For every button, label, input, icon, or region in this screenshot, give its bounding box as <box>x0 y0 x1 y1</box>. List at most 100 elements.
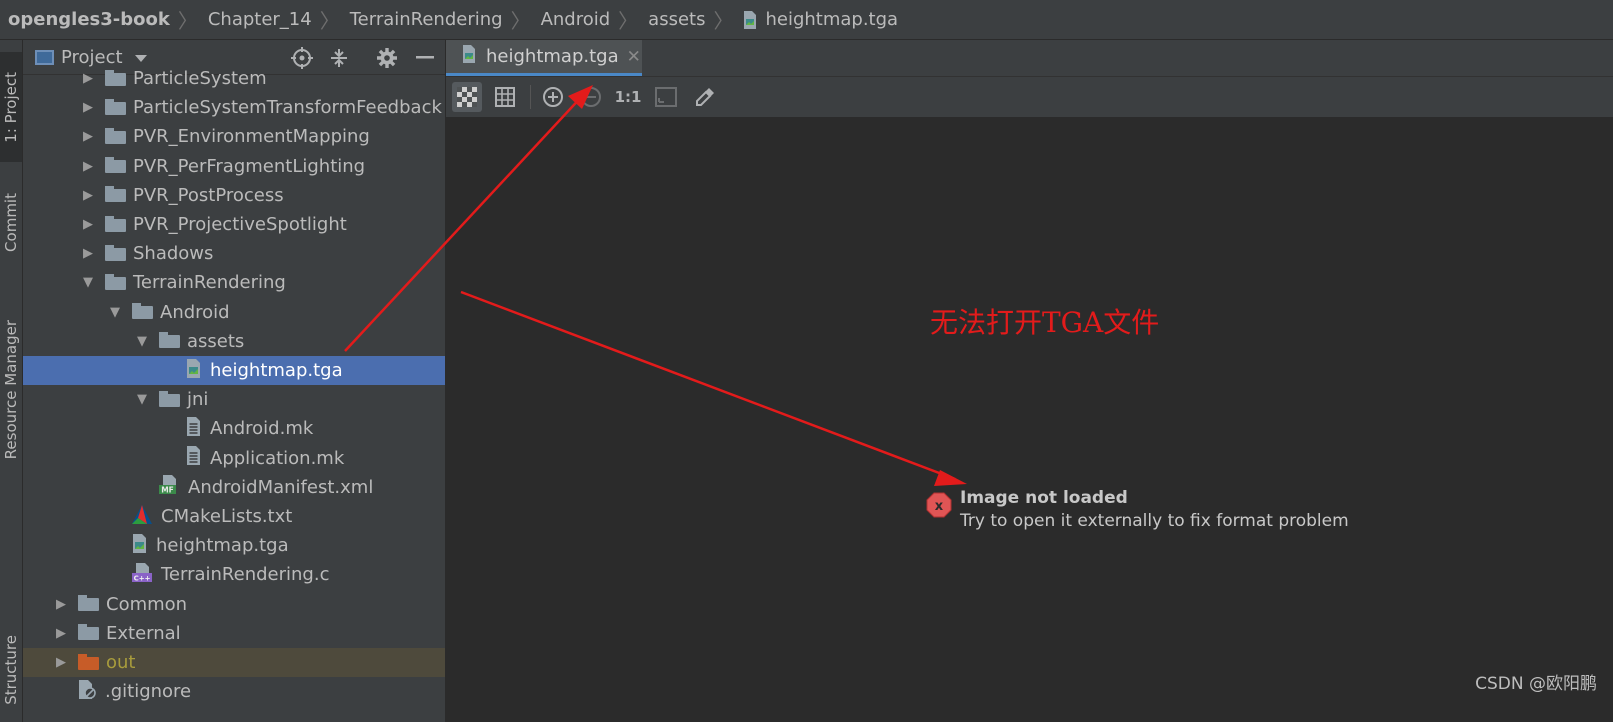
fit-zoom-button[interactable] <box>651 82 681 112</box>
project-panel: Project ▶ ParticleSystem ▶ ParticleSystemTr… <box>23 40 446 722</box>
collapsed-arrow-icon[interactable]: ▶ <box>78 129 98 144</box>
tree-item[interactable]: MF AndroidManifest.xml <box>23 473 445 502</box>
tree-item[interactable]: heightmap.tga <box>23 531 445 560</box>
zoom-out-button[interactable] <box>576 82 606 112</box>
tree-item-label: External <box>106 622 181 644</box>
collapsed-arrow-icon[interactable]: ▶ <box>51 626 71 641</box>
manifest-file-icon: MF <box>159 475 179 499</box>
collapsed-arrow-icon[interactable]: ▶ <box>78 217 98 232</box>
tab-resource-manager[interactable]: Resource Manager <box>0 305 22 475</box>
collapsed-arrow-icon[interactable]: ▶ <box>78 71 98 86</box>
tree-item[interactable]: .gitignore <box>23 677 445 706</box>
tree-item-label: TerrainRendering.c <box>161 564 330 586</box>
tree-item-label: PVR_ProjectiveSpotlight <box>133 214 347 235</box>
tree-item[interactable]: ▶ External <box>23 619 445 648</box>
tab-project-label: 1: Project <box>2 71 20 143</box>
image-file-icon <box>462 45 476 68</box>
collapsed-arrow-icon[interactable]: ▶ <box>78 188 98 203</box>
tool-window-strip: 1: Project Commit Resource Manager Struc… <box>0 40 23 722</box>
breadcrumb-separator: 〉 <box>713 9 734 33</box>
breadcrumb-item[interactable]: assets <box>648 9 705 30</box>
expanded-arrow-icon[interactable]: ▼ <box>78 275 98 290</box>
breadcrumb-item[interactable]: TerrainRendering <box>350 9 503 30</box>
tab-commit-label: Commit <box>2 193 20 252</box>
image-file-icon <box>186 358 201 383</box>
expanded-arrow-icon[interactable]: ▼ <box>132 334 152 349</box>
text-file-icon <box>186 446 201 470</box>
breadcrumb: opengles3-book 〉 Chapter_14 〉 TerrainRen… <box>0 0 1613 40</box>
breadcrumb-item[interactable]: Android <box>541 9 611 30</box>
collapsed-arrow-icon[interactable]: ▶ <box>78 159 98 174</box>
chessboard-icon <box>457 87 477 107</box>
tree-item-label: ParticleSystem <box>133 68 267 89</box>
collapsed-arrow-icon[interactable]: ▶ <box>78 100 98 115</box>
tree-item[interactable]: ▼ jni <box>23 385 445 414</box>
color-picker-button[interactable] <box>690 82 720 112</box>
tree-item-label: TerrainRendering <box>133 272 286 294</box>
tree-item[interactable]: ▶ PVR_ProjectiveSpotlight <box>23 210 445 239</box>
folder-icon <box>105 157 126 174</box>
image-editor-toolbar: 1:1 <box>446 77 1613 117</box>
tree-item-label: AndroidManifest.xml <box>188 476 374 498</box>
tree-item[interactable]: heightmap.tga <box>23 356 445 385</box>
breadcrumb-item[interactable]: Chapter_14 <box>208 9 312 30</box>
close-icon[interactable]: ✕ <box>627 47 641 67</box>
collapsed-arrow-icon[interactable]: ▶ <box>51 597 71 612</box>
svg-text:MF: MF <box>161 486 174 495</box>
gitignore-file-icon <box>78 679 96 704</box>
breadcrumb-separator: 〉 <box>510 9 531 33</box>
tree-item-label: ParticleSystemTransformFeedback <box>133 97 442 119</box>
folder-icon <box>105 215 126 232</box>
tree-item[interactable]: ▼ TerrainRendering <box>23 268 445 297</box>
tree-item[interactable]: CMakeLists.txt <box>23 502 445 531</box>
tree-item-label: Android.mk <box>210 418 314 440</box>
tab-heightmap-tga[interactable]: heightmap.tga ✕ <box>446 40 642 76</box>
expanded-arrow-icon[interactable]: ▼ <box>105 305 125 320</box>
chessboard-toggle-button[interactable] <box>452 82 482 112</box>
tree-item[interactable]: ▶ PVR_PerFragmentLighting <box>23 152 445 181</box>
tree-item[interactable]: Android.mk <box>23 414 445 443</box>
tree-item[interactable]: ▶ Common <box>23 590 445 619</box>
breadcrumb-item[interactable]: heightmap.tga <box>765 9 898 30</box>
tree-item-label: PVR_EnvironmentMapping <box>133 126 370 148</box>
svg-text:C++: C++ <box>134 574 151 582</box>
breadcrumb-separator: 〉 <box>618 9 639 33</box>
tree-item[interactable]: ▶ PVR_PostProcess <box>23 181 445 210</box>
zoom-in-icon <box>543 87 563 107</box>
annotation-text: 无法打开TGA文件 <box>930 306 1160 339</box>
folder-icon <box>105 244 126 261</box>
tree-item-label: PVR_PerFragmentLighting <box>133 155 366 177</box>
tree-item[interactable]: ▶ Shadows <box>23 239 445 268</box>
tree-item[interactable]: ▶ out <box>23 648 445 677</box>
toolbar-divider <box>530 85 531 109</box>
tree-item-label: out <box>106 652 136 673</box>
tab-project[interactable]: 1: Project <box>0 52 22 162</box>
folder-icon <box>78 595 99 612</box>
tree-item-label: .gitignore <box>105 681 192 703</box>
tree-item[interactable]: ▼ assets <box>23 327 445 356</box>
tree-item-label: assets <box>187 330 245 352</box>
actual-size-button[interactable]: 1:1 <box>613 82 643 112</box>
tab-structure[interactable]: Structure <box>0 625 22 715</box>
c-file-icon: C++ <box>132 562 152 587</box>
expanded-arrow-icon[interactable]: ▼ <box>132 392 152 407</box>
zoom-in-button[interactable] <box>538 82 568 112</box>
tab-resource-manager-label: Resource Manager <box>2 320 20 460</box>
breadcrumb-item[interactable]: opengles3-book <box>8 9 170 30</box>
image-file-icon <box>132 533 147 558</box>
tree-item[interactable]: ▶ ParticleSystem <box>23 64 445 93</box>
breadcrumb-separator: 〉 <box>319 9 340 33</box>
tree-item-label: CMakeLists.txt <box>161 506 293 527</box>
collapsed-arrow-icon[interactable]: ▶ <box>51 655 71 670</box>
tree-item[interactable]: C++ TerrainRendering.c <box>23 560 445 589</box>
folder-icon <box>159 390 180 407</box>
tree-item[interactable]: Application.mk <box>23 444 445 473</box>
zoom-out-icon <box>581 87 601 107</box>
collapsed-arrow-icon[interactable]: ▶ <box>78 246 98 261</box>
tree-item[interactable]: ▼ Android <box>23 298 445 327</box>
grid-toggle-button[interactable] <box>490 82 520 112</box>
tree-item[interactable]: ▶ PVR_EnvironmentMapping <box>23 122 445 151</box>
folder-icon <box>105 69 126 86</box>
tab-commit[interactable]: Commit <box>0 180 22 265</box>
tree-item[interactable]: ▶ ParticleSystemTransformFeedback <box>23 93 445 122</box>
